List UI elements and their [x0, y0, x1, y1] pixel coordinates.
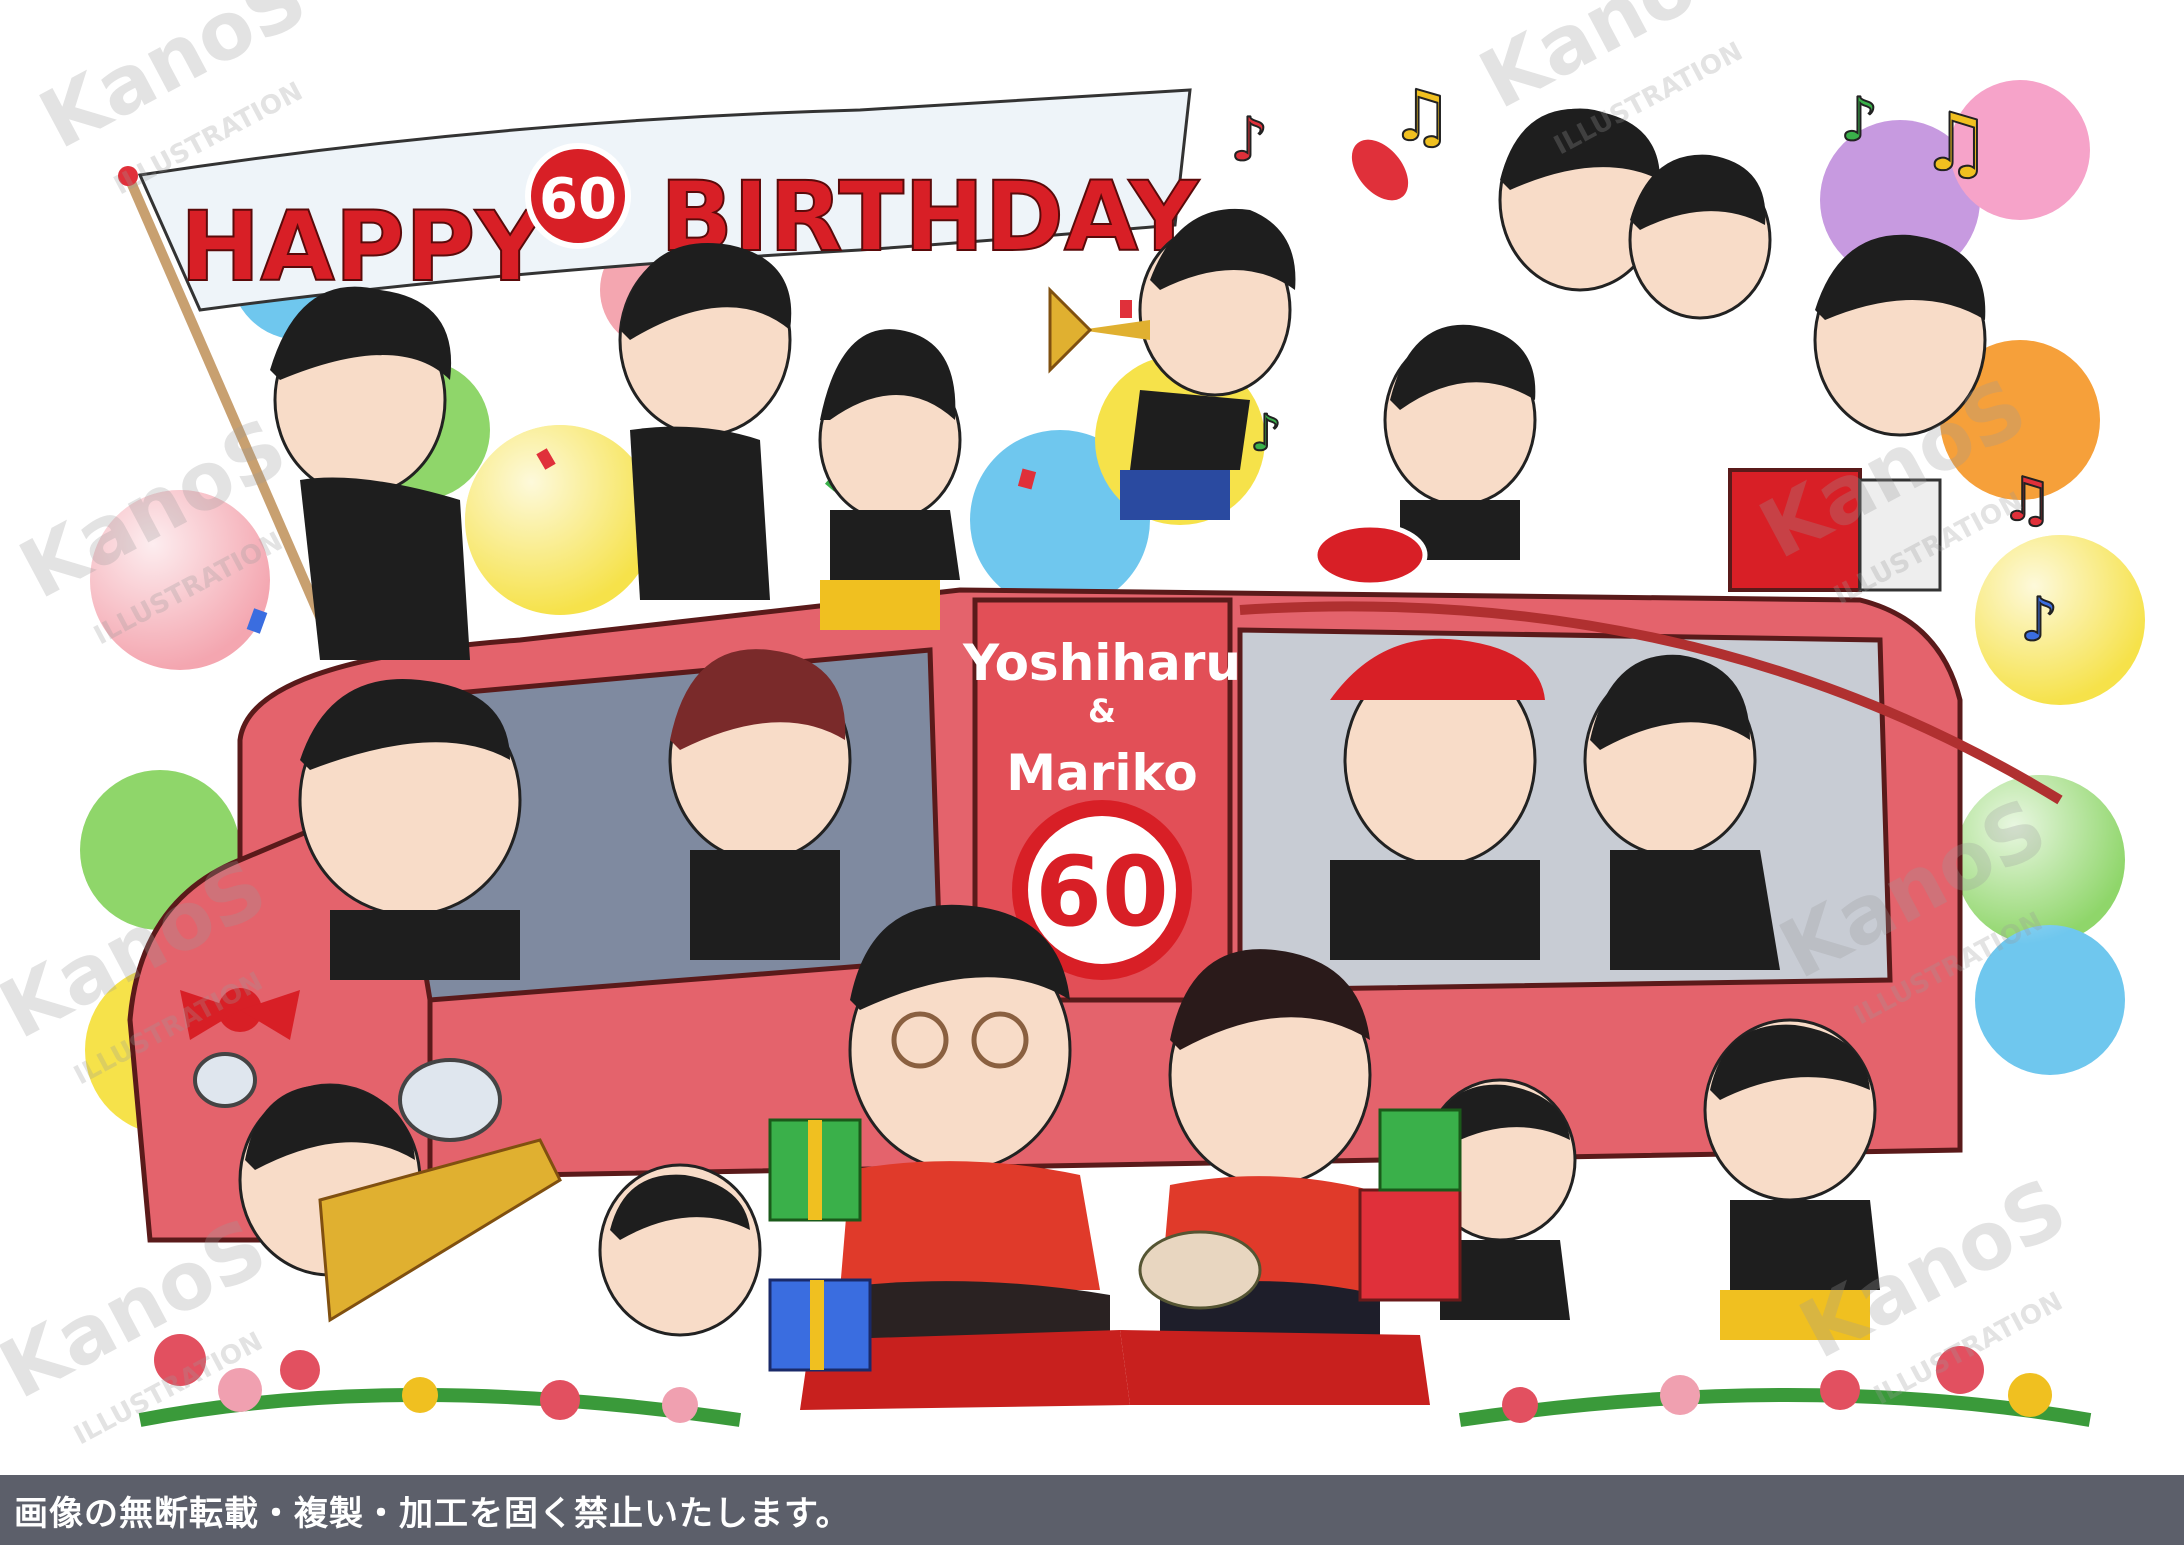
banner-60-badge: 60: [539, 167, 617, 232]
svg-text:♪: ♪: [1250, 404, 1282, 462]
sign-name-yoshiharu: Yoshiharu: [962, 634, 1241, 692]
svg-text:♪: ♪: [1840, 85, 1878, 155]
svg-text:♫: ♫: [1920, 96, 1992, 189]
sign-ampersand: &: [1088, 692, 1116, 730]
sign-60-badge: 60: [1035, 836, 1169, 948]
copyright-footer: 画像の無断転載・複製・加工を固く禁止いたします。: [0, 1475, 2184, 1545]
svg-text:♪: ♪: [1230, 105, 1268, 175]
copyright-notice: 画像の無断転載・複製・加工を固く禁止いたします。: [14, 1493, 851, 1534]
svg-text:♫: ♫: [1390, 75, 1453, 157]
banner-happy-text: HAPPY: [180, 191, 546, 303]
svg-text:♪: ♪: [2020, 585, 2058, 655]
birthday-illustration: HAPPY 60 BIRTHDAY ♫ ♪ ♪ ♫ ♫ ♪ ♪ Yoshihar…: [0, 0, 2184, 1475]
sign-name-mariko: Mariko: [1006, 744, 1198, 802]
